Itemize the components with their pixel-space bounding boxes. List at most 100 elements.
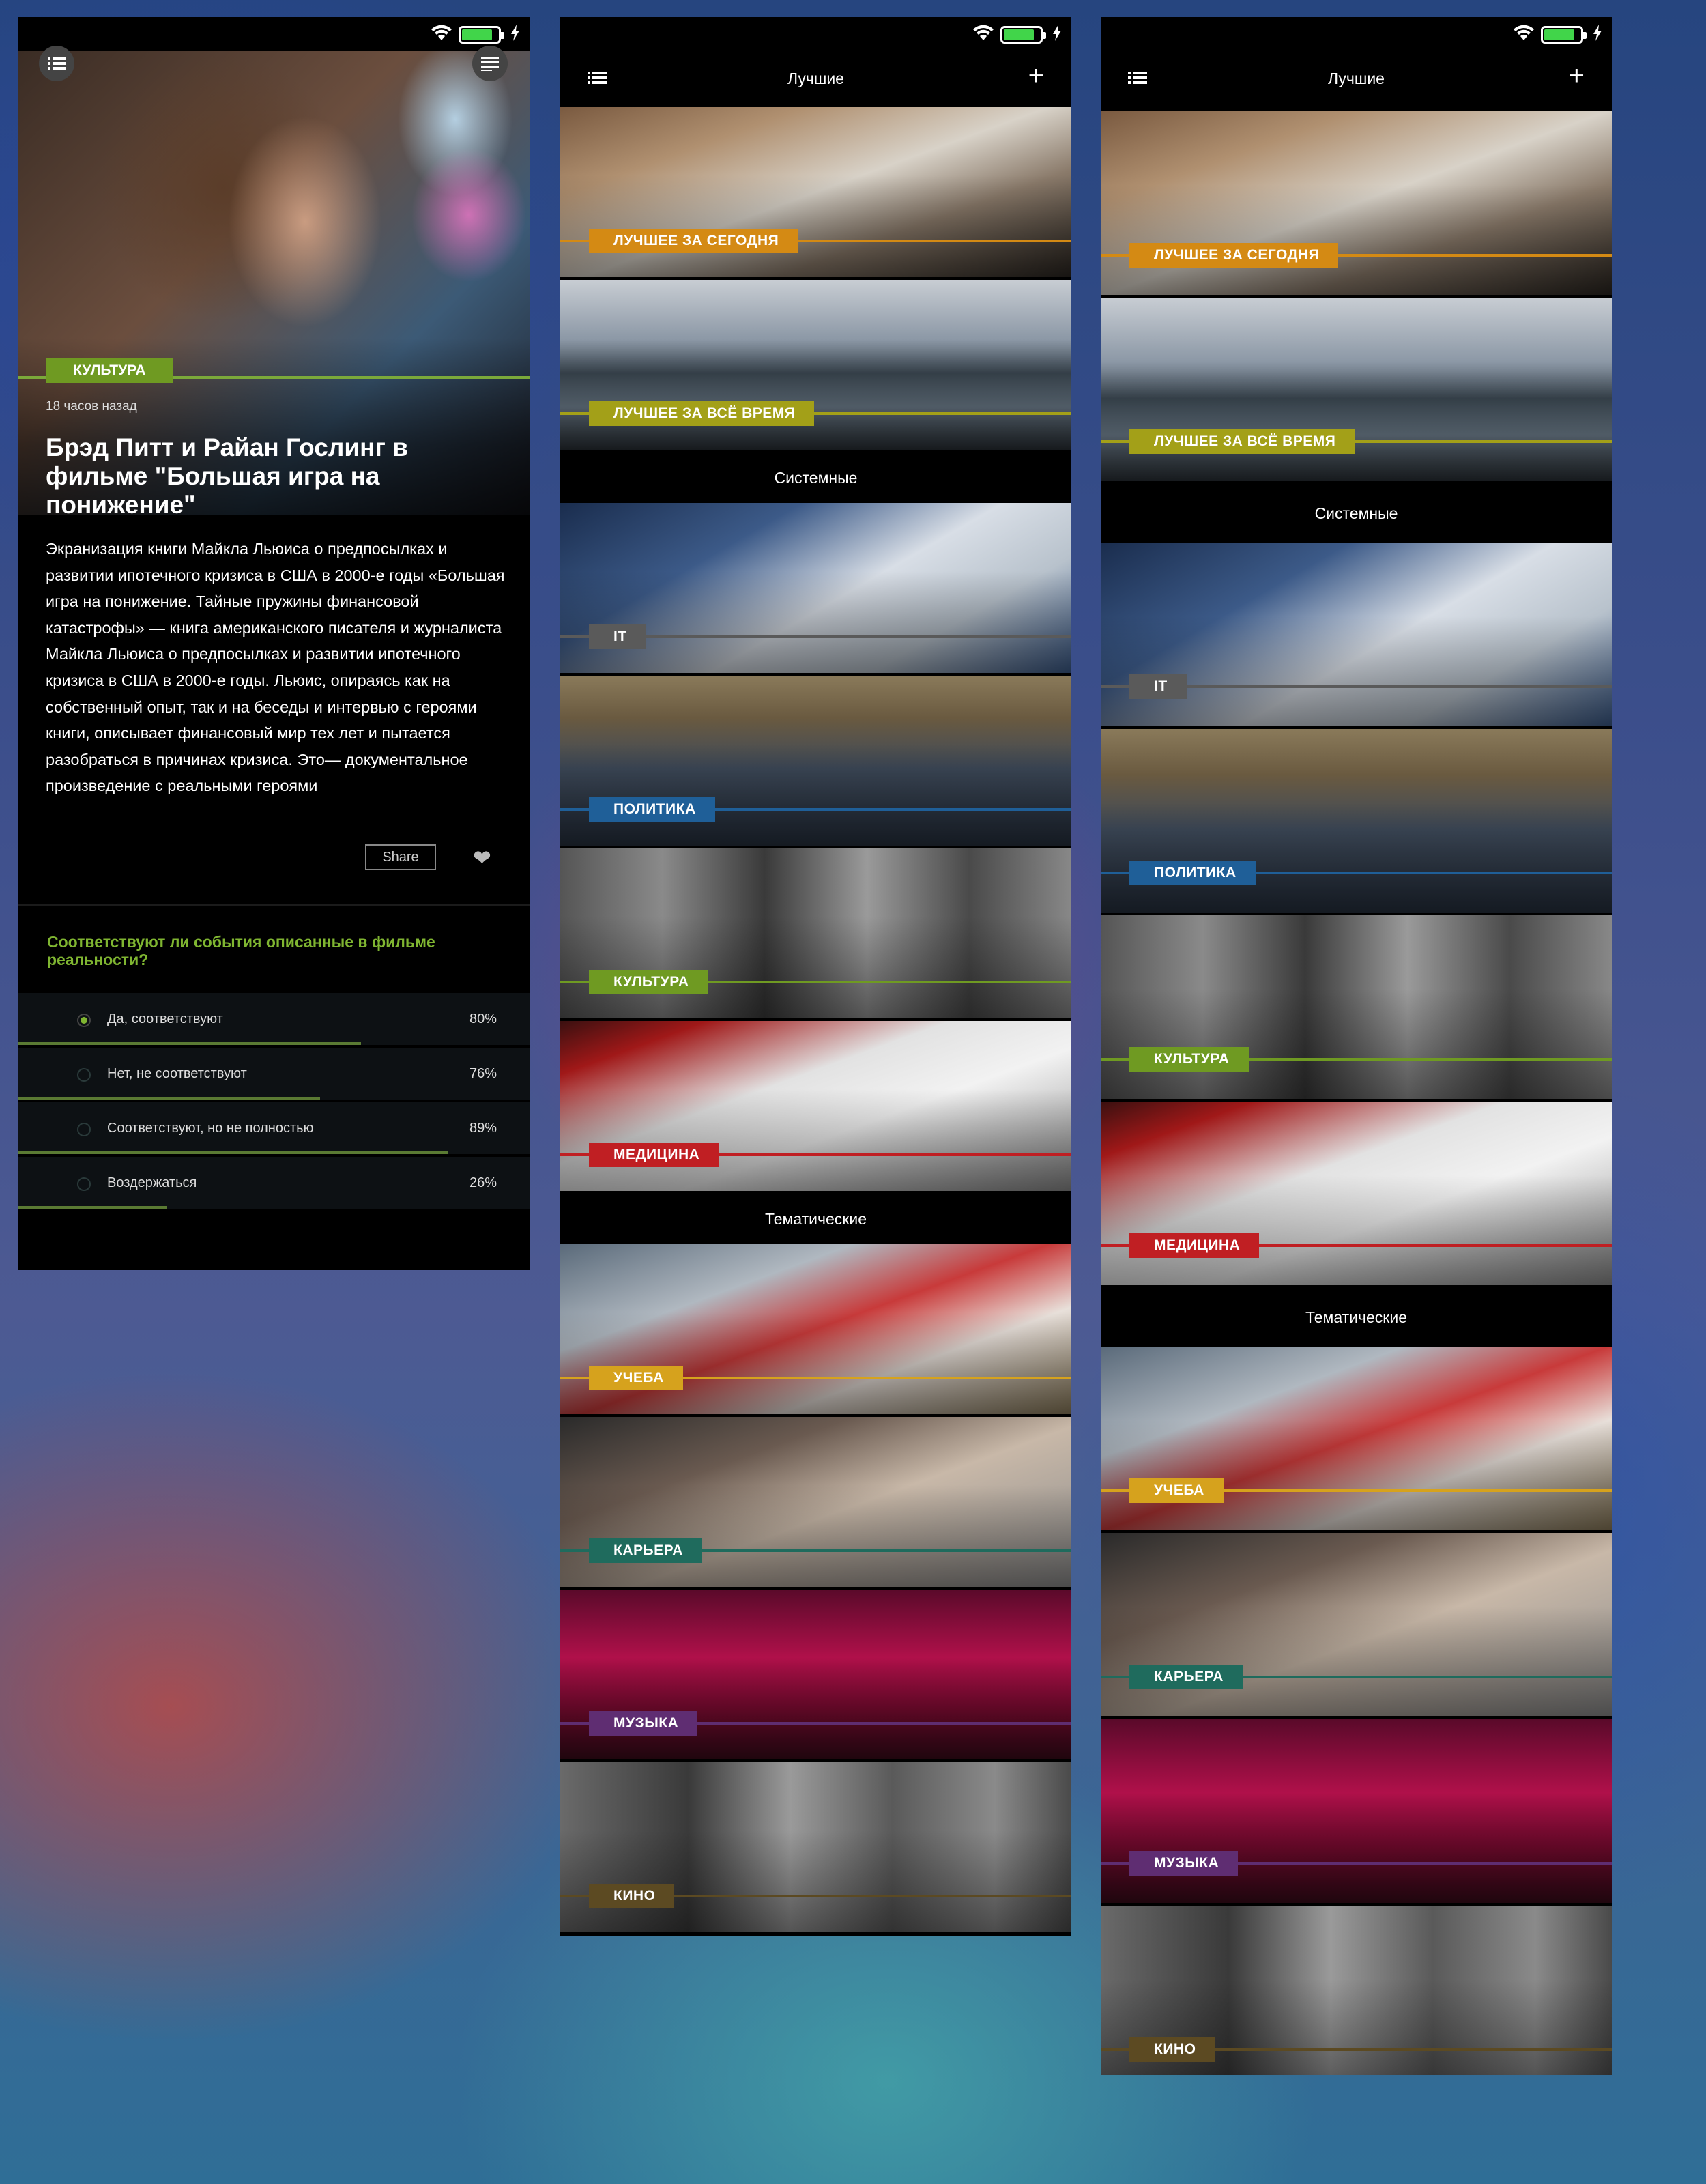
- text-options-button[interactable]: [472, 46, 508, 81]
- category-label: IT: [1129, 674, 1187, 699]
- category-label: КУЛЬТУРА: [1129, 1047, 1249, 1072]
- category-label: КИНО: [1129, 2037, 1215, 2062]
- charging-icon: [1593, 25, 1602, 44]
- category-row[interactable]: ЛУЧШЕЕ ЗА СЕГОДНЯ: [560, 107, 1071, 280]
- poll-option[interactable]: Воздержаться 26%: [18, 1157, 530, 1209]
- poll-option-label: Соответствуют, но не полностью: [107, 1121, 314, 1136]
- category-row[interactable]: КУЛЬТУРА: [560, 848, 1071, 1021]
- section-header: Системные: [1101, 484, 1612, 543]
- screen-title: Лучшие: [787, 70, 844, 87]
- category-label: IT: [589, 624, 646, 649]
- category-row[interactable]: ЛУЧШЕЕ ЗА ВСЁ ВРЕМЯ: [1101, 298, 1612, 484]
- category-badge[interactable]: КУЛЬТУРА: [46, 358, 173, 383]
- section-header: Тематические: [560, 1194, 1071, 1244]
- category-label: МУЗЫКА: [1129, 1851, 1239, 1876]
- published-time: 18 часов назад: [46, 399, 137, 414]
- category-label: КИНО: [589, 1884, 675, 1908]
- article-headline: Брэд Питт и Райан Гослинг в фильме "Боль…: [46, 433, 408, 519]
- category-row[interactable]: ЛУЧШЕЕ ЗА СЕГОДНЯ: [1101, 111, 1612, 298]
- poll-result-bar: [18, 1097, 320, 1100]
- charging-icon: [510, 25, 520, 44]
- category-row[interactable]: КАРЬЕРА: [1101, 1533, 1612, 1719]
- category-label: УЧЕБА: [589, 1366, 683, 1390]
- category-label: КАРЬЕРА: [1129, 1665, 1243, 1689]
- category-row[interactable]: МУЗЫКА: [560, 1590, 1071, 1762]
- poll-option[interactable]: Да, соответствуют 80%: [18, 993, 530, 1045]
- category-row[interactable]: КУЛЬТУРА: [1101, 915, 1612, 1102]
- add-button[interactable]: +: [1569, 62, 1585, 89]
- poll-option[interactable]: Нет, не соответствуют 76%: [18, 1048, 530, 1100]
- category-label: МУЗЫКА: [589, 1711, 698, 1736]
- list-icon: [48, 57, 66, 70]
- screen-title: Лучшие: [1328, 70, 1385, 87]
- category-row[interactable]: КАРЬЕРА: [560, 1417, 1071, 1590]
- article-body: Экранизация книги Майкла Льюиса о предпо…: [46, 540, 505, 795]
- add-button[interactable]: +: [1028, 62, 1044, 89]
- battery-icon: [1000, 25, 1046, 44]
- poll-question: Соответствуют ли события описанные в фил…: [47, 933, 435, 968]
- wifi-icon: [972, 24, 995, 45]
- category-label: ЛУЧШЕЕ ЗА ВСЁ ВРЕМЯ: [589, 401, 815, 426]
- status-bar: [18, 17, 530, 51]
- poll-result-bar: [18, 1206, 167, 1209]
- categories-screen-scrolled: Лучшие + ЛУЧШЕЕ ЗА СЕГОДНЯ ЛУЧШЕЕ ЗА ВСЁ …: [1101, 17, 1612, 2075]
- category-row[interactable]: КИНО: [1101, 1906, 1612, 2075]
- wifi-icon: [430, 24, 453, 45]
- poll-option[interactable]: Соответствуют, но не полностью 89%: [18, 1102, 530, 1154]
- categories-screen: Лучшие + ЛУЧШЕЕ ЗА СЕГОДНЯ ЛУЧШЕЕ ЗА ВСЁ …: [560, 17, 1071, 1936]
- menu-button[interactable]: [39, 46, 74, 81]
- category-label: МЕДИЦИНА: [589, 1143, 719, 1167]
- poll-result-bar: [18, 1151, 448, 1154]
- category-label: ЛУЧШЕЕ ЗА СЕГОДНЯ: [1129, 243, 1339, 268]
- category-row[interactable]: КИНО: [560, 1762, 1071, 1935]
- category-row[interactable]: IT: [1101, 543, 1612, 729]
- radio-icon[interactable]: [77, 1068, 91, 1082]
- radio-icon[interactable]: [77, 1177, 91, 1191]
- category-label: ЛУЧШЕЕ ЗА СЕГОДНЯ: [589, 229, 798, 253]
- nav-header: Лучшие +: [560, 51, 1071, 107]
- category-row[interactable]: ЛУЧШЕЕ ЗА ВСЁ ВРЕМЯ: [560, 280, 1071, 452]
- category-label: ПОЛИТИКА: [1129, 861, 1256, 885]
- status-bar: [1101, 17, 1612, 51]
- poll-option-percent: 26%: [469, 1175, 497, 1190]
- category-row[interactable]: УЧЕБА: [560, 1244, 1071, 1417]
- article-screen: КУЛЬТУРА 18 часов назад Брэд Питт и Райа…: [18, 17, 530, 1270]
- category-label: ПОЛИТИКА: [589, 797, 715, 822]
- poll-option-percent: 80%: [469, 1011, 497, 1026]
- poll-option-label: Воздержаться: [107, 1175, 197, 1190]
- category-row[interactable]: УЧЕБА: [1101, 1347, 1612, 1533]
- status-bar: [560, 17, 1071, 51]
- category-row[interactable]: МУЗЫКА: [1101, 1719, 1612, 1906]
- section-header: Системные: [560, 452, 1071, 503]
- category-label: МЕДИЦИНА: [1129, 1233, 1260, 1258]
- battery-icon: [459, 25, 504, 44]
- heart-icon[interactable]: ❤: [473, 847, 491, 869]
- category-row[interactable]: МЕДИЦИНА: [1101, 1102, 1612, 1288]
- poll-result-bar: [18, 1042, 361, 1045]
- poll-options: Да, соответствуют 80% Нет, не соответств…: [18, 993, 530, 1211]
- poll-option-label: Нет, не соответствуют: [107, 1066, 247, 1081]
- category-row[interactable]: МЕДИЦИНА: [560, 1021, 1071, 1194]
- radio-selected-icon[interactable]: [77, 1014, 91, 1027]
- poll-option-percent: 76%: [469, 1066, 497, 1081]
- category-label: ЛУЧШЕЕ ЗА ВСЁ ВРЕМЯ: [1129, 429, 1355, 454]
- share-button[interactable]: Share: [365, 844, 436, 870]
- nav-header: Лучшие +: [1101, 51, 1612, 111]
- category-row[interactable]: ПОЛИТИКА: [1101, 729, 1612, 915]
- battery-icon: [1541, 25, 1587, 44]
- radio-icon[interactable]: [77, 1123, 91, 1136]
- section-header: Тематические: [1101, 1288, 1612, 1347]
- category-list: ЛУЧШЕЕ ЗА СЕГОДНЯ ЛУЧШЕЕ ЗА ВСЁ ВРЕМЯ Сист…: [1101, 111, 1612, 2075]
- poll-option-percent: 89%: [469, 1121, 497, 1136]
- category-label: КАРЬЕРА: [589, 1538, 702, 1563]
- text-lines-icon: [481, 57, 499, 71]
- charging-icon: [1052, 25, 1062, 44]
- category-row[interactable]: IT: [560, 503, 1071, 676]
- category-label: КУЛЬТУРА: [589, 970, 708, 994]
- category-row[interactable]: ПОЛИТИКА: [560, 676, 1071, 848]
- divider: [18, 904, 530, 906]
- category-label: УЧЕБА: [1129, 1478, 1224, 1503]
- poll-option-label: Да, соответствуют: [107, 1011, 223, 1026]
- category-list: ЛУЧШЕЕ ЗА СЕГОДНЯ ЛУЧШЕЕ ЗА ВСЁ ВРЕМЯ Сист…: [560, 107, 1071, 1935]
- wifi-icon: [1512, 24, 1535, 45]
